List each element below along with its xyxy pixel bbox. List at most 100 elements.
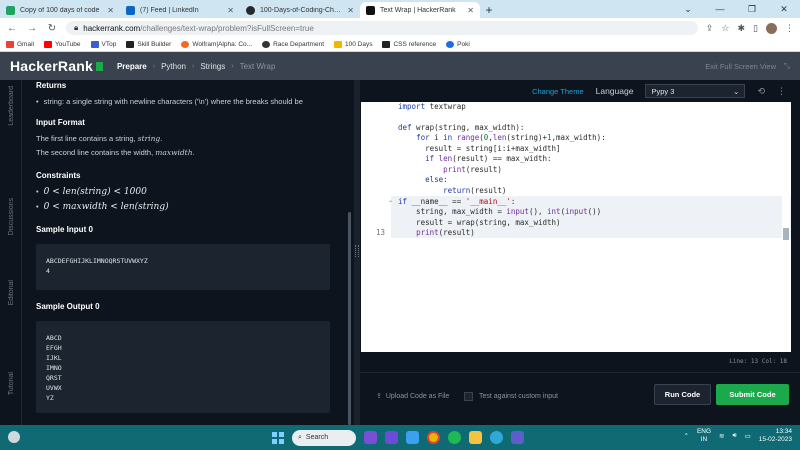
bookmark-race-department[interactable]: Race Department [262, 41, 324, 48]
url-input[interactable]: 🔒︎ hackerrank.com/challenges/text-wrap/p… [66, 21, 698, 35]
browser-tab-2[interactable]: (7) Feed | LinkedIn ✕ [120, 2, 240, 18]
logo-square-icon [95, 61, 103, 71]
star-icon[interactable]: ☆ [721, 23, 729, 34]
reset-code-icon[interactable]: ⟲ [757, 86, 765, 97]
taskbar-search[interactable]: ⌕ Search [292, 429, 356, 446]
checkbox[interactable] [464, 392, 473, 401]
returns-heading: Returns [36, 81, 67, 90]
minimize-icon[interactable]: — [704, 0, 736, 18]
close-window-icon[interactable]: ✕ [768, 0, 800, 18]
teams-icon[interactable] [511, 431, 524, 444]
code-line-5: result = string[i:i+max_width] [398, 144, 561, 153]
bookmark-youtube[interactable]: YouTube [43, 41, 81, 48]
lock-icon: 🔒︎ [74, 23, 79, 32]
code-line-6: if len(result) == max_width: [425, 154, 552, 163]
chrome-icon[interactable] [427, 431, 440, 444]
weather-icon[interactable] [8, 431, 20, 443]
breadcrumb-current: Text Wrap [239, 61, 276, 71]
file-explorer-icon[interactable] [364, 431, 377, 444]
bookmark-vtop[interactable]: VTop [90, 41, 116, 48]
browser-tab-title: Copy of 100 days of code [20, 6, 100, 14]
custom-input-checkbox[interactable]: Test against custom input [464, 392, 558, 401]
extensions-icon[interactable]: ✱ [738, 23, 746, 34]
tab-discussions[interactable]: Discussions [0, 198, 22, 235]
problem-scrollbar[interactable] [345, 80, 354, 425]
forward-icon[interactable]: → [26, 23, 38, 34]
code-editor[interactable]: 13 ⌄ import textwrap def wrap(string, ma… [361, 102, 791, 352]
upload-icon: ⇪ [376, 393, 382, 400]
bullet-icon: • [36, 97, 39, 106]
spotify-icon[interactable] [448, 431, 461, 444]
share-icon[interactable]: ⇪ [706, 23, 714, 34]
language-select[interactable]: Pypy 3 ⌄ [645, 84, 746, 98]
bookmark-poki[interactable]: Poki [446, 41, 470, 48]
tab-leaderboard[interactable]: Leaderboard [0, 86, 22, 126]
fold-icon[interactable]: ⌄ [388, 197, 393, 204]
browser-tab-3[interactable]: 100-Days-of-Coding-Challenge/... ✕ [240, 2, 360, 18]
youtube-icon [43, 41, 52, 48]
bookmark-skill-builder[interactable]: Skill Builder [126, 41, 171, 48]
breadcrumb-strings[interactable]: Strings [200, 62, 225, 71]
close-icon[interactable]: ✕ [107, 6, 114, 15]
reload-icon[interactable]: ↻ [46, 23, 58, 34]
input-language[interactable]: ENG IN [697, 428, 711, 444]
scrollbar-thumb[interactable] [348, 212, 351, 425]
submit-code-button[interactable]: Submit Code [716, 384, 789, 405]
more-options-icon[interactable]: ⋮ [777, 86, 786, 97]
close-icon[interactable]: ✕ [467, 6, 474, 15]
battery-icon[interactable]: ▭ [745, 432, 751, 440]
input-format-heading: Input Format [36, 118, 85, 127]
store-icon[interactable] [406, 431, 419, 444]
windows-start-icon[interactable] [272, 431, 284, 444]
maximize-icon[interactable]: ❐ [736, 0, 768, 18]
clock[interactable]: 13:34 15-02-2023 [759, 428, 792, 444]
input-format-line-1: The first line contains a string, string… [36, 134, 163, 143]
breadcrumb-prepare[interactable]: Prepare [117, 62, 147, 71]
sample-output-heading: Sample Output 0 [36, 302, 100, 311]
volume-icon[interactable]: 🔊︎ [732, 432, 736, 440]
chevron-right-icon: › [152, 62, 156, 70]
browser-tab-4[interactable]: Text Wrap | HackerRank ✕ [360, 2, 480, 18]
tab-tutorial[interactable]: Tutorial [0, 372, 22, 395]
tab-search-icon[interactable]: ⌄ [672, 0, 704, 18]
code-line-4: for i in range(0,len(string)+1,max_width… [416, 133, 606, 142]
bookmark-wolfram[interactable]: Wolfram|Alpha: Co... [181, 41, 252, 48]
chevron-up-icon[interactable]: ⌃ [683, 432, 688, 440]
back-icon[interactable]: ← [6, 23, 18, 34]
bookmark-gmail[interactable]: Gmail [6, 41, 34, 48]
browser-tab-1[interactable]: Copy of 100 days of code ✕ [0, 2, 120, 18]
code-line-1: import textwrap [398, 102, 466, 111]
bookmark-100-days[interactable]: 100 Days [334, 41, 372, 48]
hackerrank-logo[interactable]: HackerRank [10, 58, 103, 74]
collapse-icon: ⤡ [784, 61, 790, 70]
upload-code-link[interactable]: ⇪ Upload Code as File [376, 392, 449, 401]
editor-scrollbar[interactable] [782, 102, 790, 352]
change-theme-link[interactable]: Change Theme [532, 87, 584, 96]
wifi-icon[interactable]: ≋ [719, 432, 724, 440]
side-tabs: Leaderboard Discussions Editorial Tutori… [0, 80, 22, 425]
edge-icon[interactable] [490, 431, 503, 444]
cursor-status: Line: 13 Col: 18 [729, 358, 787, 365]
active-line-number: 13 [375, 228, 385, 237]
profile-avatar[interactable] [766, 22, 777, 34]
exit-fullscreen-link[interactable]: Exit Full Screen View ⤡ [705, 61, 790, 71]
breadcrumb-python[interactable]: Python [161, 62, 186, 71]
linkedin-icon [126, 5, 135, 15]
new-tab-button[interactable]: + [480, 2, 498, 18]
bookmark-css-reference[interactable]: CSS reference [382, 41, 436, 48]
close-icon[interactable]: ✕ [227, 6, 234, 15]
hackerrank-icon [366, 5, 375, 15]
run-code-button[interactable]: Run Code [654, 384, 711, 405]
sidepanel-icon[interactable]: ▯ [753, 23, 758, 34]
menu-icon[interactable]: ⋮ [785, 23, 794, 34]
editor-scrollbar-thumb[interactable] [783, 228, 789, 240]
system-tray: ⌃ ENG IN ≋ 🔊︎ ▭ 13:34 15-02-2023 [683, 428, 792, 444]
bookmarks-bar: Gmail YouTube VTop Skill Builder Wolfram… [0, 38, 800, 52]
zoom-icon[interactable] [385, 431, 398, 444]
returns-item: • string: a single string with newline ch… [36, 97, 303, 106]
tab-editorial[interactable]: Editorial [0, 280, 22, 305]
folder-icon[interactable] [469, 431, 482, 444]
close-icon[interactable]: ✕ [347, 6, 354, 15]
chevron-right-icon: › [231, 62, 234, 70]
gmail-icon [6, 41, 14, 48]
